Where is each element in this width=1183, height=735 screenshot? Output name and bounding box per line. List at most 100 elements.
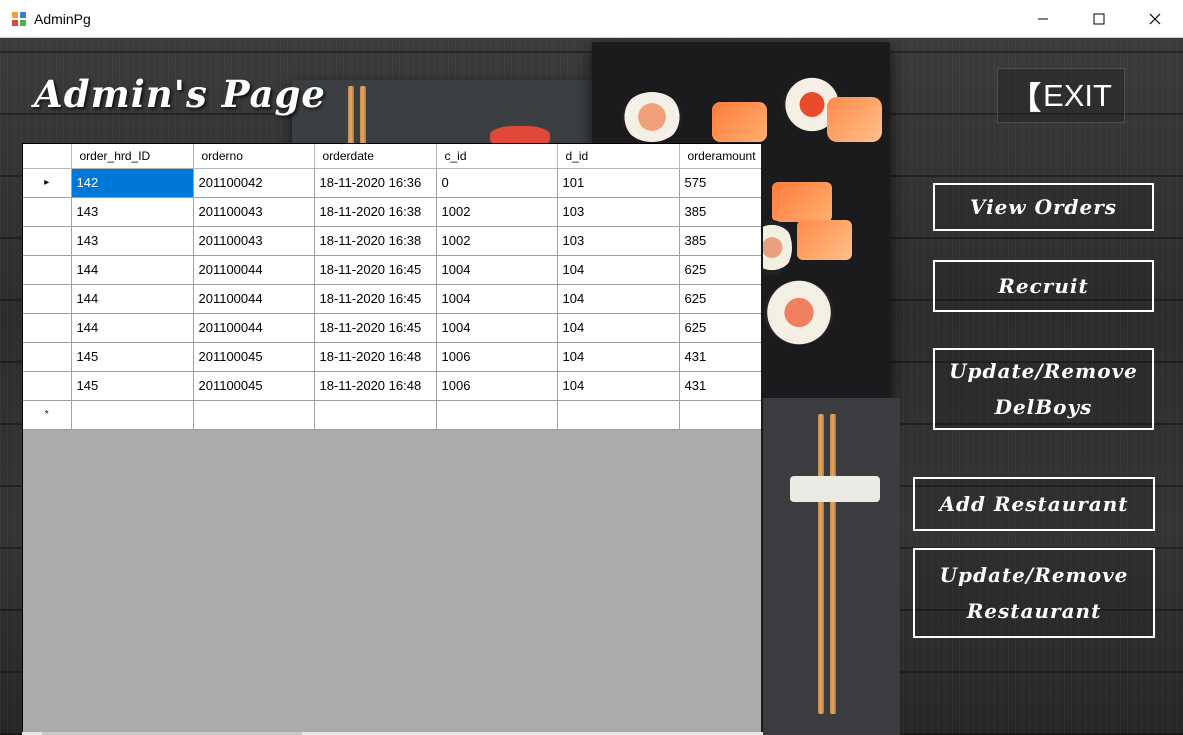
table-row[interactable]: 143 201100043 18-11-2020 16:38 1002 103 385 (23, 226, 761, 256)
row-header-cell[interactable] (23, 255, 72, 285)
orders-data-grid[interactable]: order_hrd_ID orderno orderdate c_id d_id… (22, 143, 763, 735)
chopstick-decoration (818, 414, 824, 714)
recruit-button[interactable]: Recruit (933, 260, 1154, 312)
new-row[interactable]: * (23, 400, 761, 430)
table-cell[interactable]: 143 (71, 197, 194, 227)
table-cell[interactable]: 142 (71, 168, 194, 198)
row-header-cell[interactable] (23, 226, 72, 256)
table-cell[interactable]: 103 (557, 197, 680, 227)
column-header[interactable]: order_hrd_ID (71, 144, 194, 169)
table-cell[interactable]: 431 (679, 371, 761, 401)
table-row[interactable]: 144 201100044 18-11-2020 16:45 1004 104 625 (23, 284, 761, 314)
table-cell[interactable]: 201100044 (193, 255, 315, 285)
table-cell[interactable]: 1002 (436, 197, 558, 227)
minimize-button[interactable] (1020, 0, 1066, 38)
app-icon (12, 12, 26, 26)
table-cell[interactable]: 201100044 (193, 284, 315, 314)
table-cell[interactable]: 1004 (436, 255, 558, 285)
table-cell[interactable]: 101 (557, 168, 680, 198)
update-remove-restaurant-button[interactable]: Update/Remove Restaurant (913, 548, 1155, 638)
maximize-button[interactable] (1076, 0, 1122, 38)
corner-header-cell[interactable] (23, 144, 72, 169)
table-cell[interactable]: 144 (71, 284, 194, 314)
chopstick-rest-decoration (790, 476, 880, 502)
table-cell[interactable]: 575 (679, 168, 761, 198)
table-cell[interactable]: 104 (557, 284, 680, 314)
table-cell[interactable]: 18-11-2020 16:45 (314, 255, 437, 285)
table-cell[interactable]: 201100044 (193, 313, 315, 343)
table-cell[interactable]: 201100045 (193, 371, 315, 401)
view-orders-button[interactable]: View Orders (933, 183, 1154, 231)
exit-icon: 【 (1010, 81, 1042, 116)
row-header-cell[interactable] (23, 371, 72, 401)
table-cell[interactable]: 145 (71, 371, 194, 401)
table-cell[interactable]: 201100042 (193, 168, 315, 198)
exit-label: EXIT (1043, 77, 1112, 113)
table-cell[interactable]: 201100045 (193, 342, 315, 372)
column-header[interactable]: orderdate (314, 144, 437, 169)
table-cell[interactable]: 18-11-2020 16:45 (314, 313, 437, 343)
row-header-cell[interactable] (23, 284, 72, 314)
table-cell[interactable]: 143 (71, 226, 194, 256)
table-cell[interactable]: 201100043 (193, 226, 315, 256)
table-cell[interactable]: 1006 (436, 371, 558, 401)
table-cell[interactable]: 625 (679, 284, 761, 314)
table-cell[interactable]: 144 (71, 313, 194, 343)
table-cell[interactable] (314, 400, 437, 430)
table-cell[interactable]: 104 (557, 342, 680, 372)
row-header-cell[interactable] (23, 313, 72, 343)
table-row[interactable]: 144 201100044 18-11-2020 16:45 1004 104 625 (23, 313, 761, 343)
table-cell[interactable]: 104 (557, 313, 680, 343)
table-cell[interactable]: 103 (557, 226, 680, 256)
table-cell[interactable]: 1002 (436, 226, 558, 256)
table-cell[interactable] (436, 400, 558, 430)
table-cell[interactable]: 18-11-2020 16:48 (314, 371, 437, 401)
table-cell[interactable]: 104 (557, 371, 680, 401)
table-cell[interactable]: 18-11-2020 16:36 (314, 168, 437, 198)
table-cell[interactable] (71, 400, 194, 430)
table-row[interactable]: 144 201100044 18-11-2020 16:45 1004 104 625 (23, 255, 761, 285)
table-cell[interactable]: 144 (71, 255, 194, 285)
chopstick-decoration (348, 86, 354, 146)
table-cell[interactable]: 1004 (436, 313, 558, 343)
table-cell[interactable]: 201100043 (193, 197, 315, 227)
table-cell[interactable]: 18-11-2020 16:38 (314, 197, 437, 227)
table-cell[interactable]: 104 (557, 255, 680, 285)
table-cell[interactable] (193, 400, 315, 430)
update-remove-delboys-button[interactable]: Update/Remove DelBoys (933, 348, 1154, 430)
column-header[interactable]: d_id (557, 144, 680, 169)
table-cell[interactable]: 145 (71, 342, 194, 372)
table-cell[interactable]: 1004 (436, 284, 558, 314)
table-cell[interactable] (679, 400, 761, 430)
column-header[interactable]: c_id (436, 144, 558, 169)
row-header-cell[interactable]: ▸ (23, 168, 72, 198)
button-label-line1: Update/Remove (939, 563, 1129, 587)
table-cell[interactable]: 431 (679, 342, 761, 372)
column-header[interactable]: orderno (193, 144, 315, 169)
add-restaurant-button[interactable]: Add Restaurant (913, 477, 1155, 531)
row-header-cell[interactable] (23, 197, 72, 227)
column-header[interactable]: orderamount (679, 144, 761, 169)
exit-button[interactable]: 【 EXIT (997, 68, 1125, 123)
button-label-line2: DelBoys (994, 395, 1093, 419)
button-label-line2: Restaurant (966, 599, 1102, 623)
new-row-marker[interactable]: * (23, 400, 72, 430)
row-header-cell[interactable] (23, 342, 72, 372)
close-button[interactable] (1132, 0, 1178, 38)
table-row[interactable]: 145 201100045 18-11-2020 16:48 1006 104 431 (23, 342, 761, 372)
table-cell[interactable]: 0 (436, 168, 558, 198)
orders-table: order_hrd_ID orderno orderdate c_id d_id… (23, 144, 761, 430)
table-cell[interactable] (557, 400, 680, 430)
table-cell[interactable]: 625 (679, 255, 761, 285)
table-cell[interactable]: 385 (679, 197, 761, 227)
table-cell[interactable]: 18-11-2020 16:45 (314, 284, 437, 314)
table-cell[interactable]: 18-11-2020 16:48 (314, 342, 437, 372)
table-row[interactable]: ▸ 142 201100042 18-11-2020 16:36 0 101 575 (23, 168, 761, 198)
table-row[interactable]: 145 201100045 18-11-2020 16:48 1006 104 431 (23, 371, 761, 401)
table-cell[interactable]: 625 (679, 313, 761, 343)
table-row[interactable]: 143 201100043 18-11-2020 16:38 1002 103 385 (23, 197, 761, 227)
maximize-icon (1093, 13, 1105, 25)
table-cell[interactable]: 18-11-2020 16:38 (314, 226, 437, 256)
table-cell[interactable]: 385 (679, 226, 761, 256)
table-cell[interactable]: 1006 (436, 342, 558, 372)
